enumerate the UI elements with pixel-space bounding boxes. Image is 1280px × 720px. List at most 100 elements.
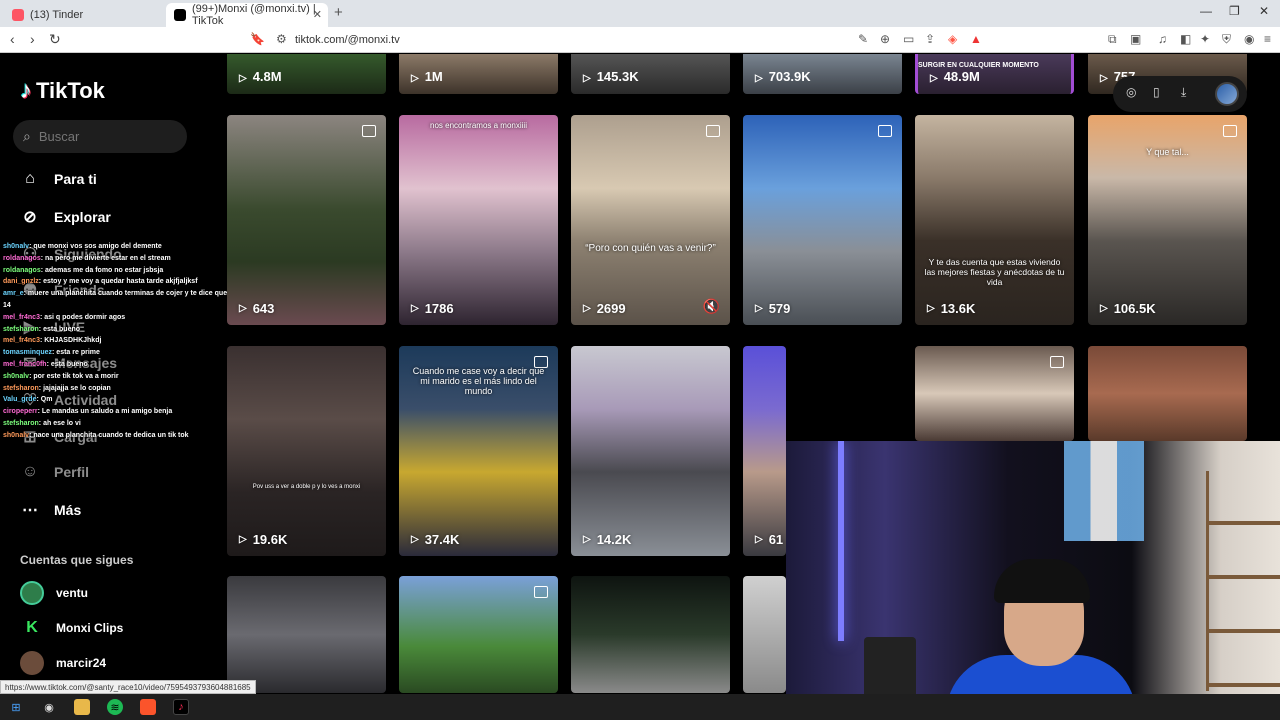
compass-icon[interactable]: ◎ (1126, 85, 1136, 99)
chat-text: asi q podes dormir agos (44, 313, 126, 321)
extensions-icon[interactable]: ⧉ (1108, 32, 1117, 47)
video-tile-top-5[interactable]: SURGIR EN CUALQUIER MOMENTO ▷ 48.9M (915, 54, 1074, 94)
video-tile[interactable]: Y que tal... ▷ 106.5K (1088, 115, 1247, 325)
share-icon[interactable]: ⇪ (925, 32, 935, 46)
brave-shield-icon[interactable]: ◈ (948, 32, 957, 46)
video-tile[interactable]: ▷ 643 (227, 115, 386, 325)
nav-explorar[interactable]: ⊘ Explorar (18, 207, 111, 227)
chat-username: dani_gnzlz (3, 278, 39, 286)
wallet-icon[interactable]: ▣ (1130, 32, 1141, 46)
back-icon[interactable]: ‹ (10, 31, 15, 47)
vpn-icon[interactable]: ⛨ (1222, 32, 1231, 47)
close-tab-icon[interactable]: ✕ (313, 8, 322, 21)
url-text[interactable]: tiktok.com/@monxi.tv (295, 34, 400, 46)
download-icon[interactable]: ⤓ (1181, 85, 1186, 100)
browser-tabstrip: (13) Tinder (99+)Monxi (@monxi.tv) | Tik… (0, 0, 1280, 27)
video-tile[interactable]: ▷ 61 (743, 346, 786, 556)
chat-message: Valu_grde: Qm (3, 396, 53, 404)
video-tile-top-1[interactable]: ▷ 4.8M (227, 54, 386, 94)
cap (994, 559, 1090, 603)
video-tile[interactable]: nos encontramos a monxiiii ▷ 1786 (399, 115, 558, 325)
leo-icon[interactable]: ✦ (1200, 32, 1210, 46)
chat-message: roldanagos: na pero me diviertе estar en… (3, 254, 171, 262)
forward-icon[interactable]: › (30, 31, 35, 47)
chat-username: Valu_grde (3, 396, 37, 404)
zoom-icon[interactable]: ⊕ (880, 32, 890, 46)
play-icon: ▷ (239, 303, 247, 314)
restore-icon[interactable]: ❐ (1229, 4, 1240, 18)
chat-text: ademas me da fomo no estar jsbsja (45, 266, 164, 274)
obs-icon[interactable]: ◉ (41, 699, 57, 715)
view-count: ▷ 643 (239, 301, 275, 316)
mobile-icon[interactable]: ▯ (1153, 85, 1160, 99)
chat-username: ciropeperr (3, 408, 38, 416)
video-tile-top-3[interactable]: ▷ 145.3K (571, 54, 730, 94)
video-tile[interactable]: Pov uss a ver a doble p y lo ves a monxi… (227, 346, 386, 556)
following-name: ventu (56, 586, 89, 600)
led-strip (838, 441, 844, 641)
spotify-icon[interactable]: ≋ (107, 699, 123, 715)
photo-badge-icon (362, 125, 376, 137)
tab-tinder[interactable]: (13) Tinder (4, 3, 164, 27)
video-tile[interactable]: “Poro con quién vas a venir?” ▷ 2699 🔇 (571, 115, 730, 325)
webcam-overlay (786, 441, 1280, 720)
brave-icon[interactable] (140, 699, 156, 715)
photo-badge-icon (1223, 125, 1237, 137)
more-icon: ⋯ (22, 502, 38, 519)
translate-icon[interactable]: ✎ (858, 32, 868, 46)
media-icon[interactable]: ♫ (1158, 32, 1167, 46)
video-tile[interactable]: Y te das cuenta que estas viviendo las m… (915, 115, 1074, 325)
status-url: https://www.tiktok.com/@santy_race10/vid… (0, 680, 256, 694)
chat-text: esta bueno (43, 325, 81, 333)
brave-rewards-icon[interactable]: ▲ (970, 32, 982, 46)
muted-icon[interactable]: 🔇 (703, 298, 720, 315)
following-item-ventu[interactable]: ventu (20, 581, 88, 605)
video-tile[interactable] (399, 576, 558, 693)
reload-icon[interactable]: ↻ (49, 31, 61, 48)
chat-message: ciropeperr: Le mandas un saludo a mi ami… (3, 408, 173, 416)
search-input[interactable] (38, 129, 159, 144)
home-icon: ⌂ (25, 170, 35, 187)
video-tile-top-2[interactable]: ▷ 1M (399, 54, 558, 94)
close-window-icon[interactable]: ✕ (1259, 4, 1269, 18)
video-tile[interactable]: Cuando me case voy a decir que mi marido… (399, 346, 558, 556)
following-item-monxi-clips[interactable]: K Monxi Clips (20, 616, 123, 640)
chat-message: dani_gnzlz: estoy y me voy a quedar hast… (3, 278, 198, 286)
photo-badge-icon (1050, 356, 1064, 368)
cast-icon[interactable]: ▭ (903, 32, 914, 46)
video-tile[interactable] (1088, 346, 1247, 441)
new-tab-icon[interactable]: + (334, 4, 343, 21)
play-icon: ▷ (583, 73, 591, 84)
search-box[interactable]: ⌕ (13, 120, 187, 153)
nav-mas[interactable]: ⋯ Más (18, 500, 81, 520)
windows-start-icon[interactable]: ⊞ (8, 699, 24, 715)
video-tile[interactable] (227, 576, 386, 693)
user-avatar[interactable] (1215, 82, 1239, 106)
chat-message: sh0nalv: que monxi vos sos amigo del dem… (3, 243, 162, 250)
following-name: Monxi Clips (56, 621, 124, 635)
bookmark-icon[interactable]: 🔖 (250, 32, 265, 46)
site-settings-icon[interactable]: ⚙ (276, 32, 287, 46)
menu-icon[interactable]: ≡ (1264, 32, 1271, 46)
nav-para-ti[interactable]: ⌂ Para ti (18, 170, 97, 188)
video-tile[interactable] (743, 576, 786, 693)
chat-username: mel_franc0fh (3, 360, 47, 368)
sidebar-toggle-icon[interactable]: ◧ (1180, 32, 1191, 46)
video-tile[interactable]: ▷ 579 (743, 115, 902, 325)
video-tile[interactable]: ▷ 14.2K (571, 346, 730, 556)
video-tile[interactable] (571, 576, 730, 693)
minimize-icon[interactable]: — (1200, 4, 1212, 18)
monxi-clips-avatar-icon: K (26, 619, 38, 636)
nav-perfil[interactable]: ☺ Perfil (18, 463, 89, 481)
chat-message: mel_franc0fh: esta bueno (3, 360, 88, 368)
tiktok-logo[interactable]: ♪ TikTok (20, 77, 105, 105)
tiktok-app-icon[interactable]: ♪ (173, 699, 189, 715)
view-count: ▷ 1M (411, 69, 443, 84)
video-tile[interactable] (915, 346, 1074, 441)
following-item-marcir24[interactable]: marcir24 (20, 651, 106, 675)
tab-tiktok[interactable]: (99+)Monxi (@monxi.tv) | TikTok ✕ (166, 3, 328, 27)
file-explorer-icon[interactable] (74, 699, 90, 715)
video-tile-top-4[interactable]: ▷ 703.9K (743, 54, 902, 94)
profile-icon[interactable]: ◉ (1244, 32, 1254, 46)
shelf (1206, 471, 1280, 691)
